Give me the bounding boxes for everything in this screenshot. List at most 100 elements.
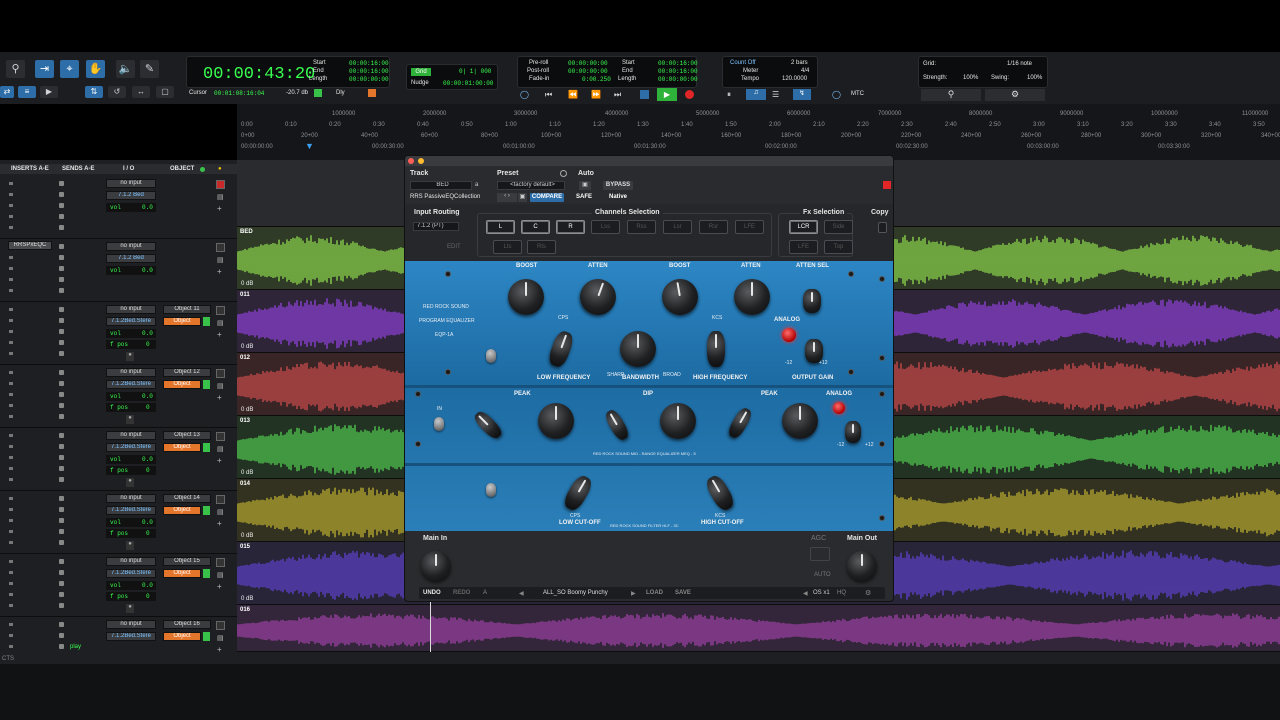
send-slot-icon[interactable] <box>59 633 64 638</box>
insert-slot-icon[interactable] <box>9 560 13 563</box>
insert-slot-icon[interactable] <box>9 278 13 281</box>
analog-lamp-1[interactable] <box>782 328 796 342</box>
lock-icon[interactable]: ● <box>126 478 134 487</box>
object-mode-button[interactable]: Object <box>163 506 201 515</box>
volume-value[interactable]: 0.0 <box>142 519 153 526</box>
grid-panel-value[interactable]: 1/16 note <box>1007 61 1032 67</box>
send-slot-icon[interactable] <box>59 644 64 649</box>
object-select[interactable]: Object 11 <box>163 305 211 314</box>
sync-icon[interactable]: ◯ <box>832 90 841 99</box>
bypass-button[interactable]: BYPASS <box>603 181 633 190</box>
channel-button-rts[interactable]: Rts <box>527 240 556 254</box>
object-green-toggle[interactable] <box>203 506 210 515</box>
length-value[interactable]: 00:00:00:00 <box>349 76 389 83</box>
add-icon[interactable]: + <box>217 267 222 276</box>
insert-slot-icon[interactable] <box>9 519 13 522</box>
channel-button-rss[interactable]: Rss <box>627 220 656 234</box>
send-slot-icon[interactable] <box>59 381 64 386</box>
track-input-select[interactable]: no input <box>106 431 156 440</box>
copy-icon[interactable] <box>878 222 887 233</box>
grid-value[interactable]: 0| 1| 000 <box>459 68 491 75</box>
object-mode-button[interactable]: Object <box>163 569 201 578</box>
send-slot-icon[interactable] <box>59 529 64 534</box>
insert-slot-icon[interactable] <box>9 341 13 344</box>
track-select[interactable]: BED <box>410 181 472 190</box>
send-slot-icon[interactable] <box>59 581 64 586</box>
track-output-select[interactable]: 7.1.2Bed.Stere <box>106 506 156 515</box>
record-icon[interactable] <box>685 90 694 99</box>
lock-icon[interactable]: ● <box>126 604 134 613</box>
insert-slot-icon[interactable] <box>9 445 13 448</box>
clip-gain-label[interactable]: 0 dB <box>241 533 253 539</box>
track-record-icon[interactable] <box>216 180 225 189</box>
channel-button-lss[interactable]: Lss <box>591 220 620 234</box>
send-slot-icon[interactable] <box>59 603 64 608</box>
track-output-select[interactable]: 7.1.2 Bed <box>106 191 156 200</box>
add-icon[interactable]: + <box>217 582 222 591</box>
object-green-toggle[interactable] <box>203 380 210 389</box>
insert-slot-icon[interactable] <box>9 645 13 648</box>
dip-freq-knob[interactable] <box>602 407 632 443</box>
countoff-label[interactable]: Count Off <box>730 60 756 66</box>
track-row[interactable]: no input 7.1.2Bed.Stere Object 11 Object ▤ + v… <box>0 302 237 365</box>
insert-slot-icon[interactable] <box>9 308 13 311</box>
bandwidth-knob[interactable] <box>620 331 656 367</box>
tempo-value[interactable]: 120.0000 <box>782 76 807 82</box>
play-icon[interactable]: ▶ <box>657 88 677 101</box>
dly-icon[interactable] <box>314 89 322 97</box>
insert-slot-icon[interactable] <box>9 330 13 333</box>
track-output-select[interactable]: 7.1.2 Bed <box>106 254 156 263</box>
send-slot-icon[interactable] <box>59 288 64 293</box>
peak-freq-knob-1[interactable] <box>471 408 505 442</box>
high-boost-knob[interactable] <box>659 276 701 318</box>
gear-icon[interactable]: ⚙ <box>985 89 1045 101</box>
high-atten-knob[interactable] <box>734 279 770 315</box>
insert-slot-icon[interactable] <box>9 267 13 270</box>
eq1-in-switch[interactable] <box>486 349 496 363</box>
peak-gain-knob-2[interactable] <box>782 403 818 439</box>
ab-button[interactable]: A <box>483 590 487 596</box>
insert-slot-icon[interactable] <box>9 434 13 437</box>
low-boost-knob[interactable] <box>508 279 544 315</box>
tlength-value[interactable]: 00:00:00:00 <box>658 76 698 83</box>
send-slot-icon[interactable] <box>59 592 64 597</box>
track-input-select[interactable]: no input <box>106 242 156 251</box>
scroll-strip[interactable] <box>0 652 1280 664</box>
track-grid-icon[interactable]: ▤ <box>217 508 224 516</box>
insert-slot-icon[interactable] <box>9 226 13 229</box>
track-record-icon[interactable] <box>216 243 225 252</box>
volume-value[interactable]: 0.0 <box>142 582 153 589</box>
preroll-value[interactable]: 00:00:00:00 <box>568 60 608 67</box>
eq3-in-switch[interactable] <box>486 483 496 497</box>
clip-gain-label[interactable]: 0 dB <box>241 344 253 350</box>
plugin-titlebar[interactable] <box>405 156 893 166</box>
track-row[interactable]: no input 7.1.2 Bed ▤ + vol 0.0 <box>0 176 237 239</box>
analog-lamp-2[interactable] <box>833 402 845 414</box>
insert-slot-icon[interactable] <box>9 204 13 207</box>
tstart-value[interactable]: 00:00:16:00 <box>658 60 698 67</box>
send-slot-icon[interactable] <box>59 225 64 230</box>
playhead-marker-icon[interactable]: ▼ <box>305 141 314 151</box>
send-slot-icon[interactable] <box>59 277 64 282</box>
channel-button-lfe[interactable]: LFE <box>735 220 764 234</box>
high-cut-knob[interactable] <box>703 472 737 514</box>
oversampling-value[interactable]: OS x1 <box>813 590 830 596</box>
channel-button-c[interactable]: C <box>521 220 550 234</box>
track-record-icon[interactable] <box>216 558 225 567</box>
midi-merge-icon[interactable]: ☰ <box>772 90 779 99</box>
fast-forward-icon[interactable]: ⏩ <box>591 90 601 99</box>
insert-slot-icon[interactable] <box>9 215 13 218</box>
send-slot-icon[interactable] <box>59 318 64 323</box>
peak-freq-knob-2[interactable] <box>725 405 755 441</box>
low-atten-knob[interactable] <box>574 273 622 321</box>
track-output-select[interactable]: 7.1.2Bed.Stere <box>106 380 156 389</box>
fx-button-lcr[interactable]: LCR <box>789 220 818 234</box>
add-icon[interactable]: + <box>217 330 222 339</box>
os-prev-icon[interactable]: ◀ <box>803 590 808 597</box>
main-out-knob[interactable] <box>847 551 877 581</box>
volume-value[interactable]: 0.0 <box>142 456 153 463</box>
metronome-icon[interactable]: ♫ <box>746 89 766 100</box>
send-slot-icon[interactable] <box>59 266 64 271</box>
search-icon[interactable]: ⚲ <box>921 89 981 101</box>
low-cut-knob[interactable] <box>561 472 595 514</box>
